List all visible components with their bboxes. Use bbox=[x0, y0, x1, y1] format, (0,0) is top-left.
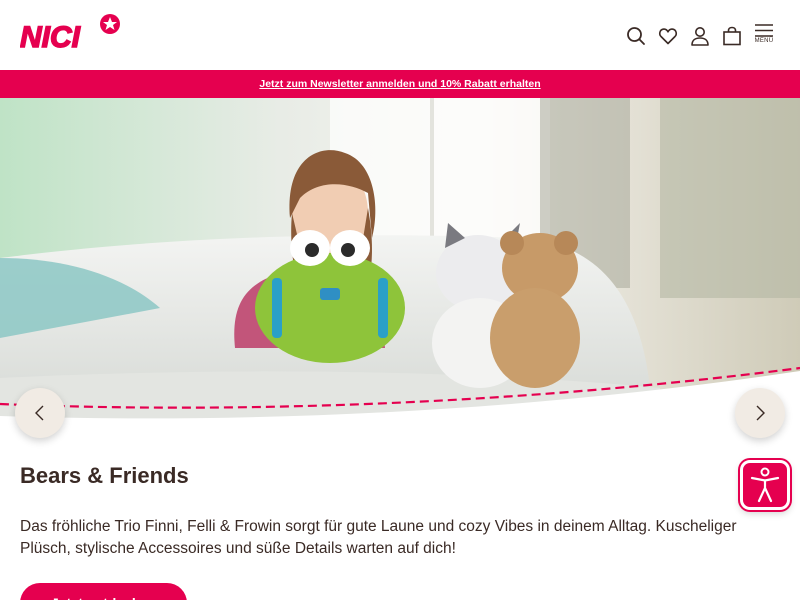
discover-now-button[interactable]: Jetzt entdecken bbox=[20, 583, 187, 600]
header-actions: MENÜ bbox=[626, 24, 774, 48]
accessibility-button[interactable] bbox=[740, 460, 790, 510]
menu-label: MENÜ bbox=[754, 38, 774, 44]
nici-logo[interactable]: NICI bbox=[20, 13, 122, 51]
slider-prev-button[interactable] bbox=[15, 388, 65, 438]
hero-image bbox=[0, 98, 800, 428]
menu-button[interactable]: MENÜ bbox=[754, 24, 774, 48]
accessibility-icon bbox=[750, 467, 780, 503]
chevron-left-icon bbox=[35, 405, 44, 421]
slider-next-button[interactable] bbox=[735, 388, 785, 438]
account-user-icon[interactable] bbox=[690, 25, 710, 47]
site-header: NICI MENÜ bbox=[0, 0, 800, 70]
newsletter-promo-bar: Jetzt zum Newsletter anmelden und 10% Ra… bbox=[0, 70, 800, 98]
logo-text: NICI bbox=[20, 21, 81, 51]
search-icon[interactable] bbox=[626, 25, 646, 47]
wishlist-heart-icon[interactable] bbox=[658, 25, 678, 47]
newsletter-promo-link[interactable]: Jetzt zum Newsletter anmelden und 10% Ra… bbox=[259, 78, 540, 90]
hero-title: Bears & Friends bbox=[20, 463, 189, 488]
hero-description: Das fröhliche Trio Finni, Felli & Frowin… bbox=[20, 518, 737, 557]
hero-banner bbox=[0, 98, 800, 428]
menu-icon bbox=[755, 24, 773, 37]
chevron-right-icon bbox=[756, 405, 765, 421]
shopping-bag-icon[interactable] bbox=[722, 25, 742, 47]
